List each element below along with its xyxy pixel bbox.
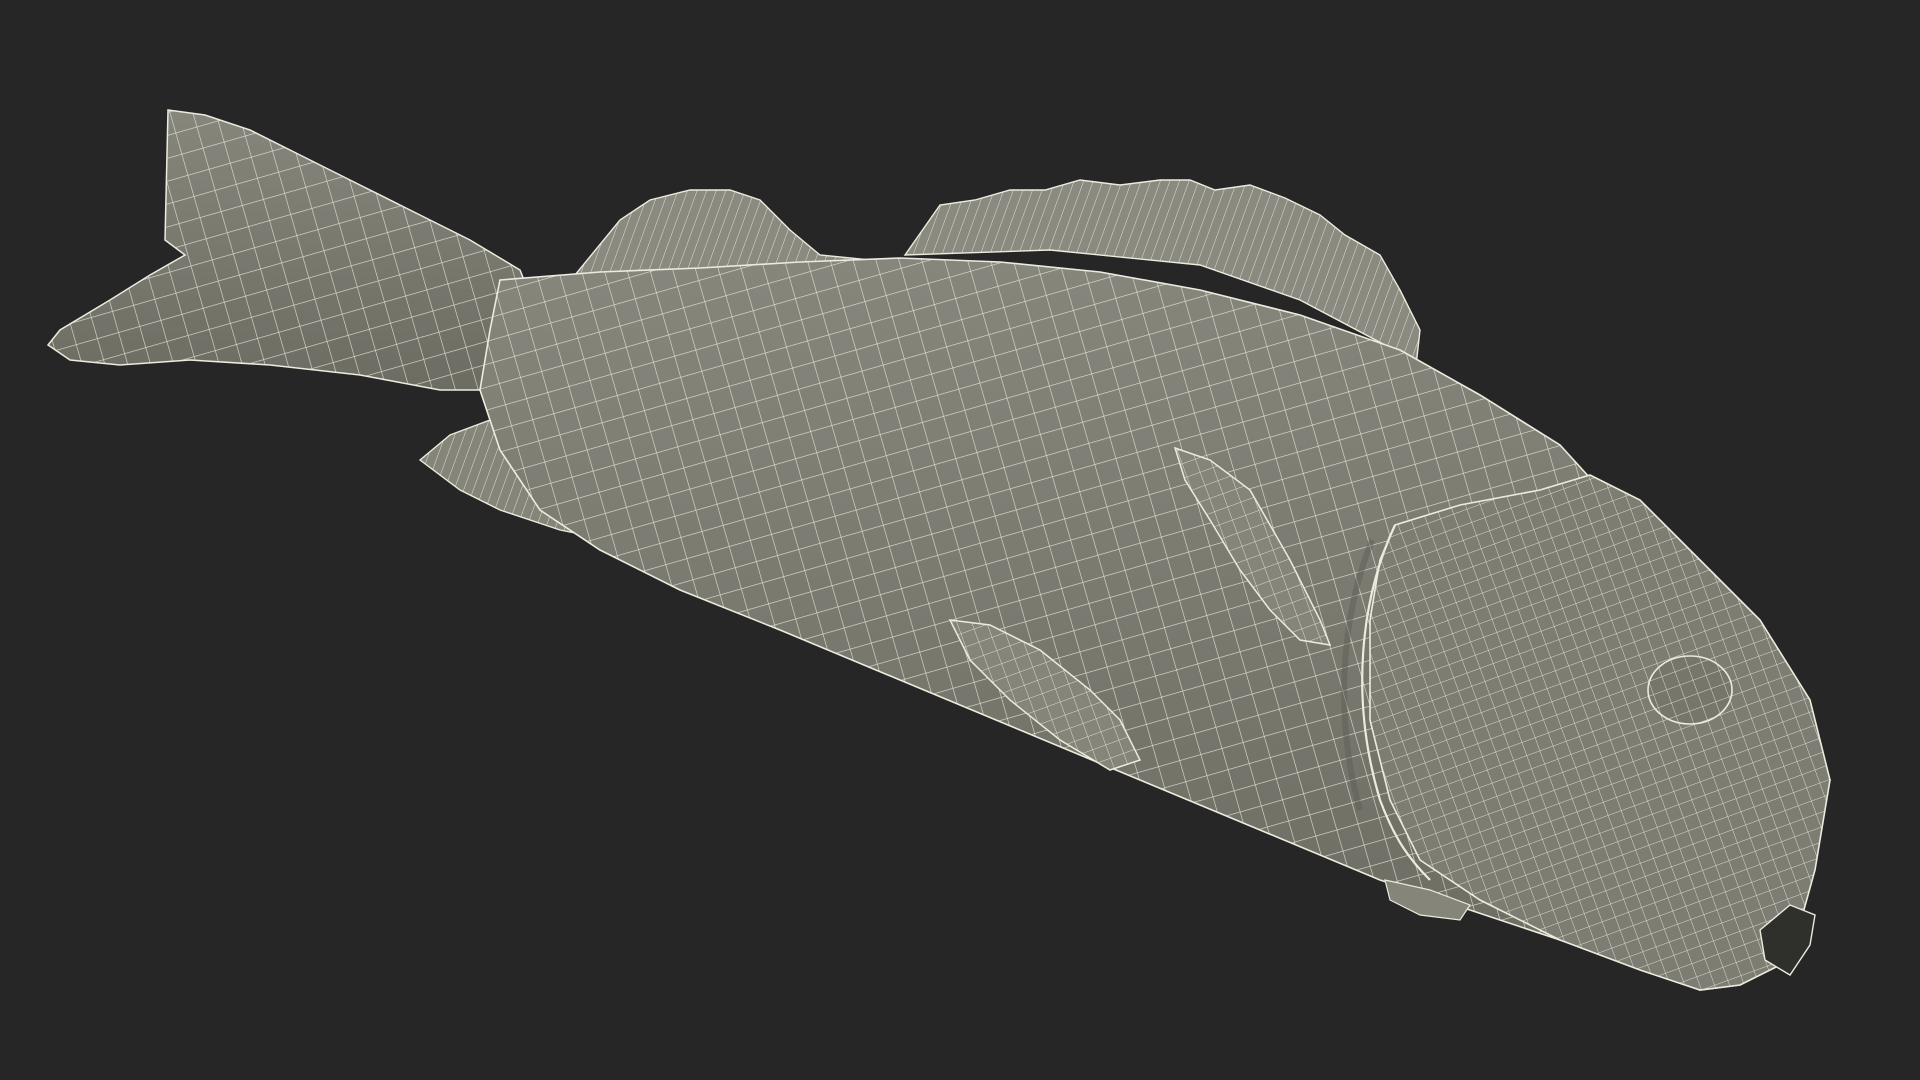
fish-render	[46, 109, 1831, 991]
eye	[1647, 655, 1733, 725]
tail-fin	[46, 109, 541, 391]
render-viewport	[0, 0, 1920, 1080]
